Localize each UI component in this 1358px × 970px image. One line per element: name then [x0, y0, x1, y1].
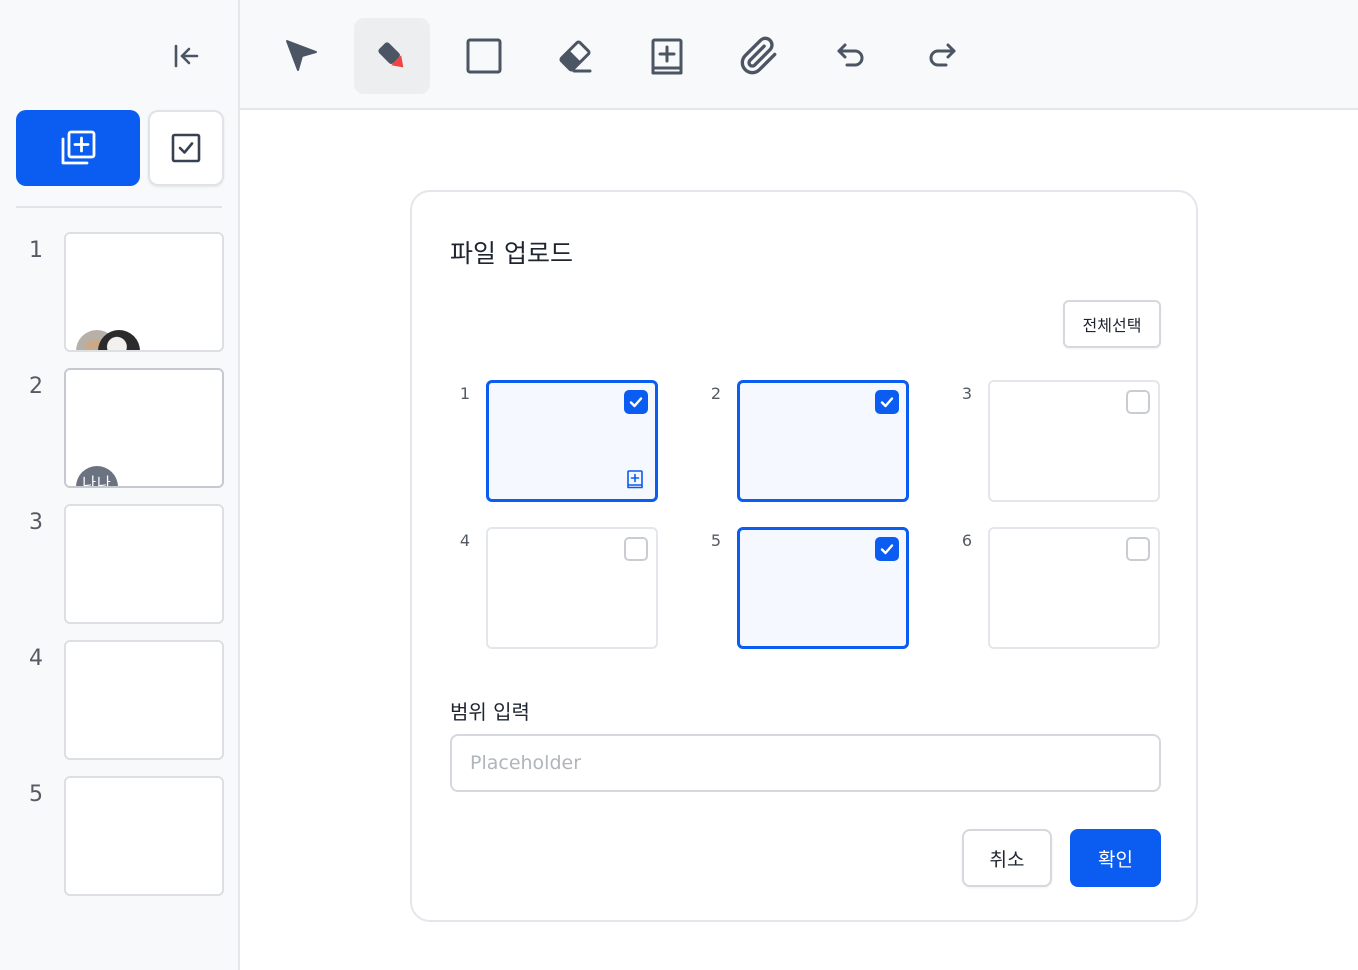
avatar: 나나 — [76, 466, 118, 486]
confirm-button[interactable]: 확인 — [1070, 829, 1161, 887]
page-number: 2 — [29, 374, 43, 399]
page-number: 3 — [29, 510, 43, 535]
upload-page-3: 3 — [952, 380, 1160, 504]
page-thumbnail[interactable] — [486, 527, 658, 649]
paperclip-icon — [740, 36, 777, 75]
page-thumbnail[interactable]: 나나 — [64, 368, 224, 488]
tool-pen[interactable] — [354, 18, 430, 94]
app: 1 2 나나 3 4 5 파일 업로드 전체선택 1 2 3 4 5 6 범위 … — [0, 0, 1358, 970]
square-icon — [466, 38, 502, 74]
page-thumbnail[interactable] — [737, 527, 909, 649]
page-item-2[interactable]: 2 나나 — [0, 368, 238, 488]
page-checkbox[interactable] — [875, 537, 899, 561]
page-thumbnail[interactable] — [988, 527, 1160, 649]
page-number: 6 — [961, 531, 973, 550]
drawing-toolbar — [240, 0, 1358, 110]
page-number: 3 — [961, 384, 973, 403]
page-checkbox[interactable] — [624, 390, 648, 414]
page-number: 4 — [29, 646, 43, 671]
select-all-button[interactable]: 전체선택 — [1063, 300, 1161, 348]
page-thumbnail[interactable] — [64, 640, 224, 760]
tool-rectangle[interactable] — [446, 18, 522, 94]
tool-undo[interactable] — [813, 18, 889, 94]
add-page-icon — [627, 470, 643, 489]
page-number: 1 — [459, 384, 471, 403]
collapse-left-icon — [174, 44, 199, 68]
page-checkbox[interactable] — [875, 390, 899, 414]
page-item-1[interactable]: 1 — [0, 232, 238, 352]
page-thumbnail[interactable] — [64, 776, 224, 896]
upload-page-1: 1 — [450, 380, 658, 504]
file-upload-dialog: 파일 업로드 전체선택 1 2 3 4 5 6 범위 입력 Placeholde… — [410, 190, 1198, 922]
page-number: 5 — [29, 782, 43, 807]
tool-add-page[interactable] — [629, 18, 705, 94]
check-icon — [880, 397, 894, 408]
page-item-3[interactable]: 3 — [0, 504, 238, 624]
page-number: 4 — [459, 531, 471, 550]
range-input[interactable] — [450, 734, 1161, 792]
upload-page-4: 4 — [450, 527, 658, 651]
undo-icon — [837, 43, 864, 67]
tool-select[interactable] — [263, 18, 339, 94]
page-checkbox[interactable] — [1126, 390, 1150, 414]
cancel-button[interactable]: 취소 — [962, 829, 1052, 887]
checkbox-icon — [171, 133, 201, 163]
pointer-arrow-icon — [286, 40, 317, 71]
select-mode-button[interactable] — [148, 110, 224, 186]
upload-page-2: 2 — [701, 380, 909, 504]
add-page-icon — [61, 130, 96, 165]
page-thumbnail[interactable] — [737, 380, 909, 502]
page-checkbox[interactable] — [1126, 537, 1150, 561]
redo-icon — [929, 43, 956, 67]
page-number: 1 — [29, 238, 43, 263]
sidebar-divider — [16, 206, 222, 208]
page-item-5[interactable]: 5 — [0, 776, 238, 896]
marker-pen-icon — [378, 42, 404, 68]
upload-page-6: 6 — [952, 527, 1160, 651]
add-page-button[interactable] — [16, 110, 140, 186]
upload-page-5: 5 — [701, 527, 909, 651]
page-number: 5 — [710, 531, 722, 550]
tool-redo[interactable] — [904, 18, 980, 94]
page-thumbnail[interactable] — [988, 380, 1160, 502]
dialog-title: 파일 업로드 — [450, 239, 573, 268]
page-checkbox[interactable] — [624, 537, 648, 561]
eraser-icon — [559, 40, 592, 73]
tool-eraser[interactable] — [537, 18, 613, 94]
page-thumbnail[interactable] — [486, 380, 658, 502]
add-page-icon — [651, 38, 683, 75]
page-thumbnail[interactable] — [64, 504, 224, 624]
collapse-sidebar-button[interactable] — [166, 38, 206, 74]
page-number: 2 — [710, 384, 722, 403]
page-item-4[interactable]: 4 — [0, 640, 238, 760]
check-icon — [629, 397, 643, 408]
page-thumbnail[interactable] — [64, 232, 224, 352]
range-input-label: 범위 입력 — [450, 700, 530, 724]
page-sidebar: 1 2 나나 3 4 5 — [0, 0, 240, 970]
tool-attach[interactable] — [721, 18, 797, 94]
check-icon — [880, 544, 894, 555]
